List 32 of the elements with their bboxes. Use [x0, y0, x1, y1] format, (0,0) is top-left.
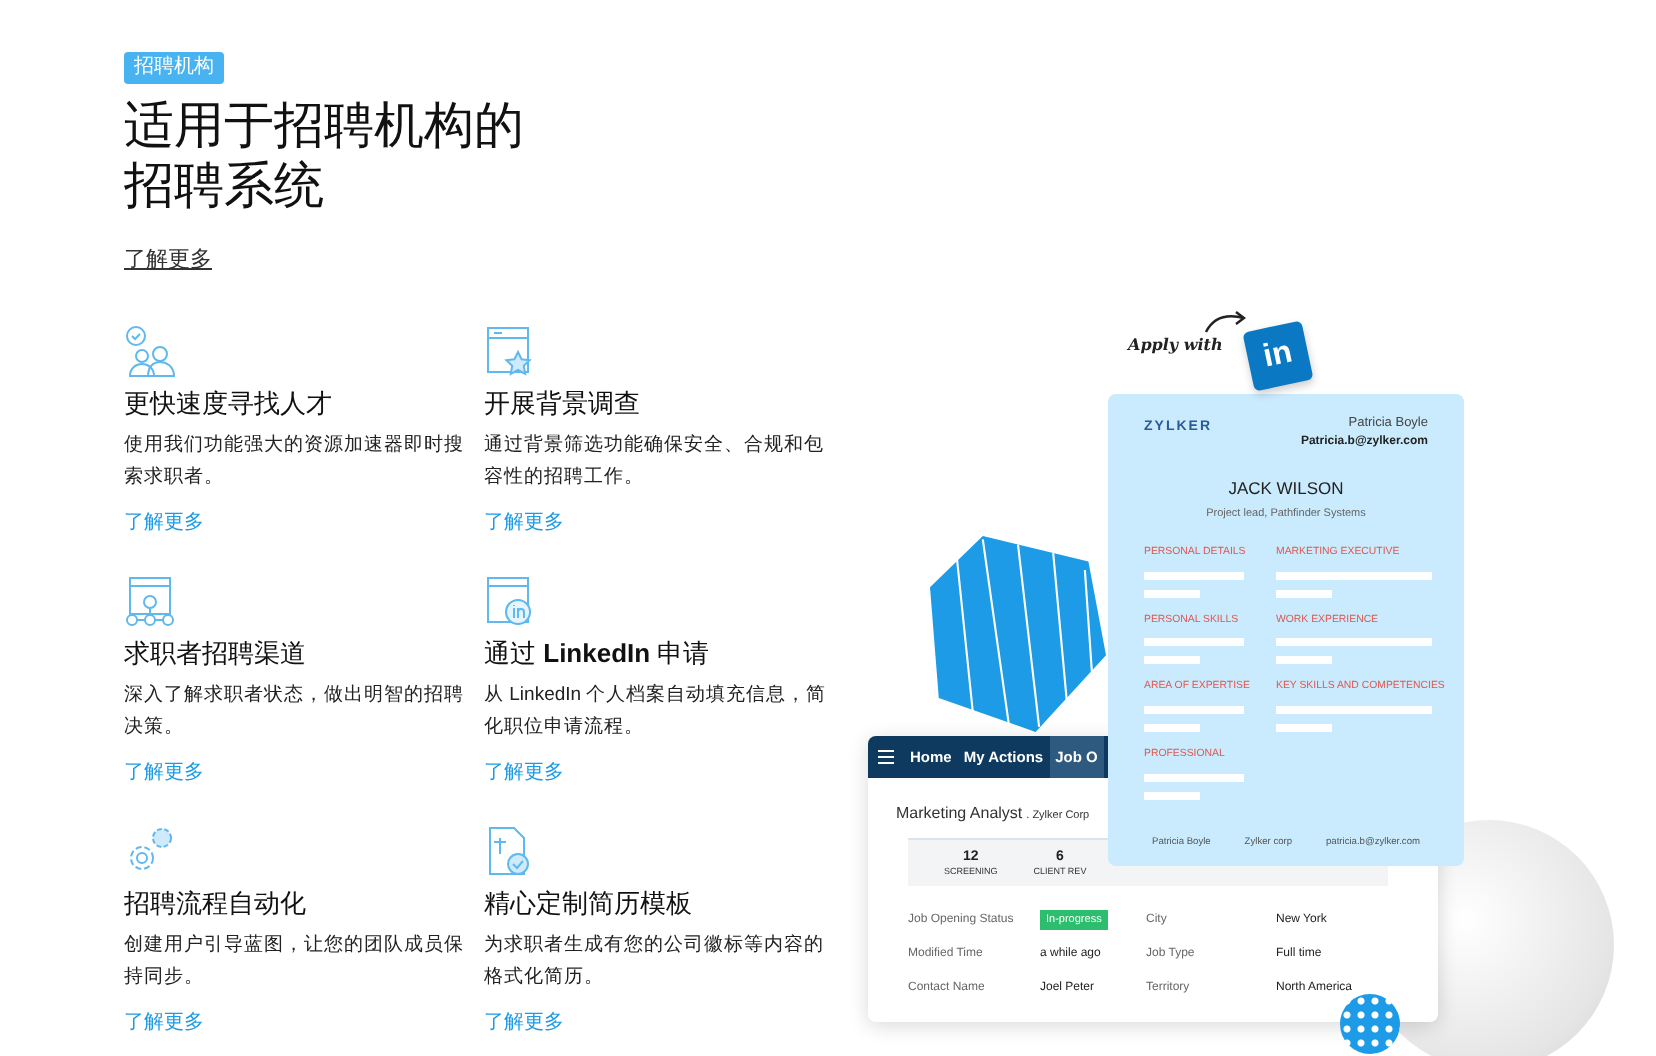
feature-title: 求职者招聘渠道	[124, 637, 308, 669]
category-badge: 招聘机构	[124, 52, 224, 84]
apply-with-label: Apply with	[1128, 332, 1223, 356]
feature-description: 通过背景筛选功能确保安全、合规和包容性的招聘工作。	[484, 431, 826, 491]
learn-more-link[interactable]: 了解更多	[124, 507, 204, 537]
learn-more-link[interactable]: 了解更多	[124, 757, 204, 787]
feature-title: 更快速度寻找人才	[124, 387, 334, 419]
feature-description: 从 LinkedIn 个人档案自动填充信息，简化职位申请流程。	[484, 681, 828, 741]
learn-more-link[interactable]: 了解更多	[484, 1007, 564, 1037]
feature-title: 通过 LinkedIn 申请	[484, 637, 712, 669]
dotted-circle-drawing	[1340, 994, 1400, 1054]
job-title: Marketing Analyst	[896, 802, 1023, 826]
feature-title: 招聘流程自动化	[124, 887, 308, 919]
people-check-icon	[124, 325, 176, 377]
feature-description: 深入了解求职者状态，做出明智的招聘决策。	[124, 681, 466, 741]
linkedin-logo: in	[1242, 320, 1314, 392]
window-nodes-icon	[124, 575, 176, 627]
feature-title: 开展背景调查	[484, 387, 642, 419]
feature-title: 精心定制简历模板	[484, 887, 694, 919]
window-star-icon	[484, 325, 536, 377]
learn-more-link[interactable]: 了解更多	[124, 1007, 204, 1037]
feature-description: 使用我们功能强大的资源加速器即时搜索求职者。	[124, 431, 466, 491]
learn-more-link[interactable]: 了解更多	[484, 757, 564, 787]
candidate-name: JACK WILSON	[1228, 475, 1344, 501]
menu-icon	[878, 750, 894, 764]
curved-arrow-icon	[1204, 310, 1248, 334]
learn-more-link[interactable]: 了解更多	[484, 507, 564, 537]
window-linkedin-icon	[484, 575, 536, 627]
feature-description: 创建用户引导蓝图，让您的团队成员保持同步。	[124, 931, 466, 991]
feature-description: 为求职者生成有您的公司徽标等内容的格式化简历。	[484, 931, 826, 991]
learn-more-link[interactable]: 了解更多	[124, 244, 212, 277]
page-heading: 适用于招聘机构的 招聘系统	[124, 96, 526, 216]
